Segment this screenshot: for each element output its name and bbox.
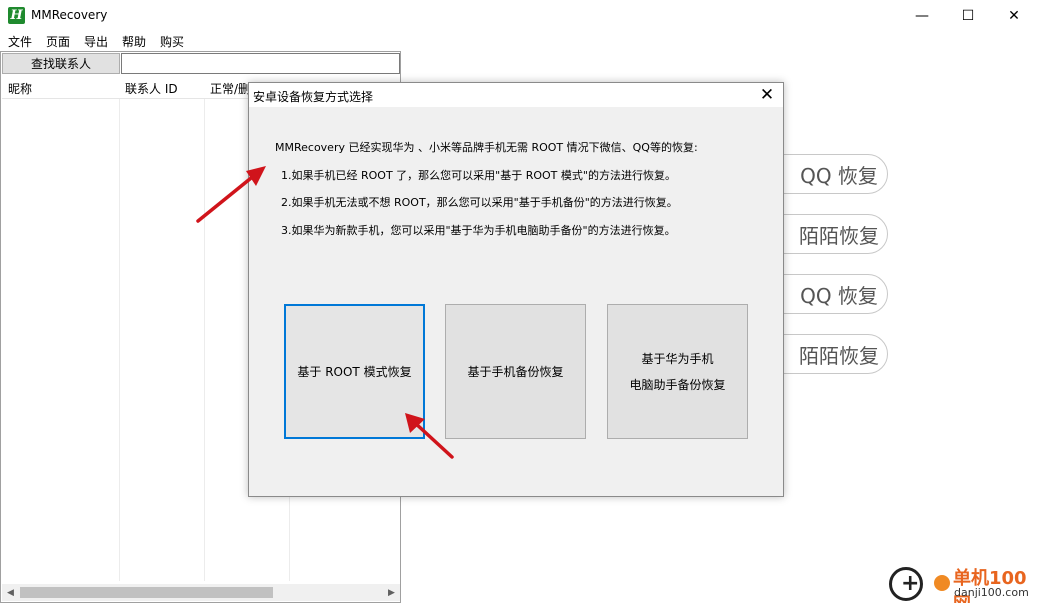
column-divider: [204, 99, 205, 581]
dialog-item-1: 1.如果手机已经 ROOT 了，那么您可以采用"基于 ROOT 模式"的方法进行…: [281, 169, 676, 182]
huawei-backup-label-line2: 电脑助手备份恢复: [629, 377, 726, 392]
dialog-item-3: 3.如果华为新款手机，您可以采用"基于华为手机电脑助手备份"的方法进行恢复。: [281, 224, 676, 237]
dialog-item-2: 2.如果手机无法或不想 ROOT，那么您可以采用"基于手机备份"的方法进行恢复。: [281, 196, 678, 209]
menu-export[interactable]: 导出: [84, 33, 108, 50]
dialog-intro-text: MMRecovery 已经实现华为 、小米等品牌手机无需 ROOT 情况下微信、…: [275, 141, 698, 154]
column-nickname[interactable]: 昵称: [8, 80, 32, 97]
menu-bar: 文件 页面 导出 帮助 购买: [0, 31, 1037, 51]
menu-buy[interactable]: 购买: [160, 33, 184, 50]
menu-help[interactable]: 帮助: [122, 33, 146, 50]
huawei-backup-recover-button[interactable]: 基于华为手机 电脑助手备份恢复: [607, 304, 748, 439]
app-icon: H: [8, 7, 25, 24]
column-contact-id[interactable]: 联系人 ID: [125, 80, 178, 97]
dialog-title: 安卓设备恢复方式选择: [253, 90, 374, 104]
watermark-url: danji100.com: [954, 586, 1029, 599]
watermark-logo-icon: +: [889, 567, 923, 601]
watermark: + 单机100网 danji100.com: [886, 563, 1036, 603]
horizontal-scrollbar[interactable]: ◀ ▶: [2, 584, 400, 601]
menu-page[interactable]: 页面: [46, 33, 70, 50]
scrollbar-thumb[interactable]: [20, 587, 273, 598]
minimize-button[interactable]: —: [899, 0, 945, 31]
scroll-left-icon[interactable]: ◀: [2, 584, 19, 601]
root-mode-recover-button[interactable]: 基于 ROOT 模式恢复: [284, 304, 425, 439]
window-title: MMRecovery: [31, 8, 108, 22]
column-status[interactable]: 正常/删: [210, 80, 250, 97]
watermark-dot-icon: [931, 572, 953, 594]
dialog-title-bar: 安卓设备恢复方式选择 ✕: [249, 83, 783, 107]
recovery-mode-dialog: 安卓设备恢复方式选择 ✕ MMRecovery 已经实现华为 、小米等品牌手机无…: [248, 82, 784, 497]
dialog-close-icon[interactable]: ✕: [757, 85, 777, 105]
root-mode-label: 基于 ROOT 模式恢复: [297, 364, 412, 379]
phone-backup-label: 基于手机备份恢复: [467, 364, 564, 379]
menu-file[interactable]: 文件: [8, 33, 32, 50]
scroll-right-icon[interactable]: ▶: [383, 584, 400, 601]
close-window-button[interactable]: ✕: [991, 0, 1037, 31]
phone-backup-recover-button[interactable]: 基于手机备份恢复: [445, 304, 586, 439]
column-divider: [119, 99, 120, 581]
title-bar: H MMRecovery — ☐ ✕: [0, 0, 1037, 31]
huawei-backup-label-line1: 基于华为手机: [641, 351, 714, 366]
contact-search-input[interactable]: [121, 53, 400, 74]
find-contact-button[interactable]: 查找联系人: [2, 53, 120, 74]
maximize-button[interactable]: ☐: [945, 0, 991, 31]
